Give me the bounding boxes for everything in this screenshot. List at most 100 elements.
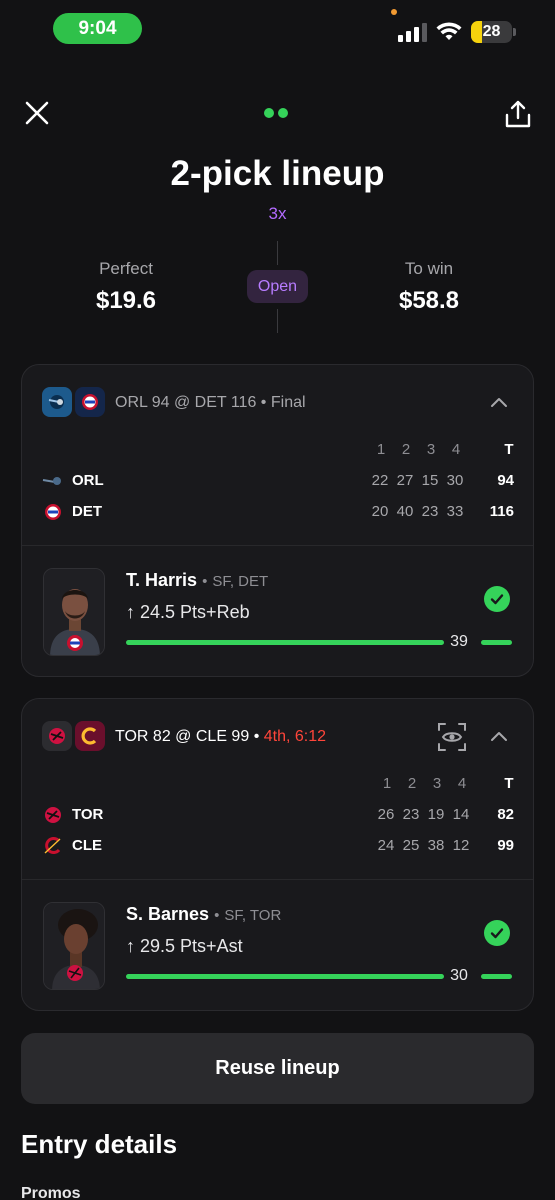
result-value: 39: [450, 633, 468, 650]
quarter-score: 33: [446, 503, 464, 520]
towin-summary: To win $58.8: [339, 259, 519, 315]
quarter-score: 14: [452, 806, 470, 823]
progress-bar-end: [481, 974, 512, 979]
magic-logo-icon: [42, 387, 72, 417]
player-headshot: [43, 902, 105, 990]
quarter-score: 24: [377, 837, 395, 854]
cellular-signal-icon: [398, 23, 427, 42]
quarter-score: 22: [371, 472, 389, 489]
game-matchup: TOR 82 @ CLE 99 • 4th, 6:12: [115, 728, 326, 746]
player-headshot: [43, 568, 105, 656]
status-time: 9:04: [53, 13, 142, 44]
page-title: 2-pick lineup: [170, 154, 385, 193]
quarter-header: 1: [382, 775, 392, 792]
divider: [22, 545, 533, 546]
watch-live-icon[interactable]: [436, 721, 468, 753]
player-name: S. Barnes: [126, 904, 210, 924]
quarter-score: 19: [427, 806, 445, 823]
score-row: DET 20 40 23 33 116: [42, 501, 515, 525]
checkmark-icon: [484, 920, 510, 946]
matchup-score: ORL 94 @ DET 116: [115, 394, 257, 411]
quarter-score: 23: [402, 806, 420, 823]
team-abbr: CLE: [72, 837, 102, 854]
chevron-up-icon[interactable]: [488, 726, 510, 748]
battery-icon: 28: [471, 21, 512, 43]
pistons-logo-icon: [42, 501, 64, 523]
total-score: 94: [497, 472, 514, 489]
divider: [22, 879, 533, 880]
wifi-icon: [436, 22, 462, 40]
quarter-header: 3: [432, 775, 442, 792]
player-position-team: SF, DET: [212, 573, 269, 590]
quarter-score: 40: [396, 503, 414, 520]
quarter-score: 25: [402, 837, 420, 854]
reuse-lineup-button[interactable]: Reuse lineup: [21, 1033, 534, 1104]
game-status: 4th, 6:12: [263, 728, 327, 745]
quarter-score: 27: [396, 472, 414, 489]
raptors-logo-icon: [42, 804, 64, 826]
team-logos: [42, 387, 105, 417]
player-name-line: S. Barnes • SF, TOR: [126, 904, 282, 924]
game-status: Final: [270, 394, 306, 411]
game-matchup: ORL 94 @ DET 116 • Final: [115, 394, 306, 412]
payout-multiplier: 3x: [268, 204, 287, 223]
progress-bar: [126, 640, 444, 645]
quarter-score: 26: [377, 806, 395, 823]
arrow-up-icon: ↑: [126, 936, 135, 956]
separator: •: [253, 728, 260, 745]
quarter-header: 3: [426, 441, 436, 458]
progress-bar: [126, 974, 444, 979]
pistons-logo-icon: [75, 387, 105, 417]
perfect-summary: Perfect $19.6: [36, 259, 216, 315]
player-prop: 24.5 Pts+Reb: [140, 602, 250, 622]
perfect-label: Perfect: [99, 259, 153, 278]
quarter-score: 12: [452, 837, 470, 854]
separator: •: [260, 394, 267, 411]
quarter-score: 23: [421, 503, 439, 520]
team-abbr: TOR: [72, 806, 104, 823]
player-prop-line: ↑ 29.5 Pts+Ast: [126, 936, 243, 957]
close-icon[interactable]: [22, 98, 52, 128]
total-score: 116: [489, 503, 514, 520]
cavaliers-logo-icon: [75, 721, 105, 751]
status-badge: Open: [247, 270, 308, 303]
share-icon[interactable]: [503, 99, 533, 129]
pick-dots-indicator: [264, 108, 288, 118]
quarter-header: 2: [401, 441, 411, 458]
matchup-score: TOR 82 @ CLE 99: [115, 728, 250, 745]
raptors-logo-icon: [42, 721, 72, 751]
team-logos: [42, 721, 105, 751]
battery-cap: [513, 28, 516, 36]
quarter-header: 1: [376, 441, 386, 458]
total-score: 82: [497, 806, 514, 823]
perfect-value: $19.6: [95, 287, 157, 314]
quarter-header: 4: [451, 441, 461, 458]
total-score: 99: [497, 837, 514, 854]
quarter-header: 2: [407, 775, 417, 792]
player-name-line: T. Harris • SF, DET: [126, 570, 269, 590]
towin-label: To win: [404, 259, 454, 278]
game-card: ORL 94 @ DET 116 • Final 1 2 3 4 T ORL 2…: [21, 364, 534, 677]
divider-line: [277, 241, 278, 265]
cavaliers-logo-icon: [42, 835, 64, 857]
towin-value: $58.8: [398, 287, 460, 314]
progress-bar-end: [481, 640, 512, 645]
score-row: CLE 24 25 38 12 99: [42, 835, 515, 859]
player-name: T. Harris: [126, 570, 198, 590]
total-header: T: [504, 775, 514, 792]
privacy-indicator-icon: [391, 9, 397, 15]
quarter-header: 4: [457, 775, 467, 792]
score-row: ORL 22 27 15 30 94: [42, 470, 515, 494]
chevron-up-icon[interactable]: [488, 392, 510, 414]
total-header: T: [504, 441, 514, 458]
divider-line: [277, 309, 278, 333]
game-card: TOR 82 @ CLE 99 • 4th, 6:12 1 2 3 4 T TO…: [21, 698, 534, 1011]
status-bar: 9:04 28: [0, 0, 555, 60]
quarter-score: 15: [421, 472, 439, 489]
score-row: TOR 26 23 19 14 82: [42, 804, 515, 828]
team-abbr: DET: [72, 503, 102, 520]
checkmark-icon: [484, 586, 510, 612]
entry-details-heading: Entry details: [21, 1129, 178, 1159]
promos-heading: Promos: [21, 1185, 81, 1200]
player-position-team: SF, TOR: [224, 907, 282, 924]
